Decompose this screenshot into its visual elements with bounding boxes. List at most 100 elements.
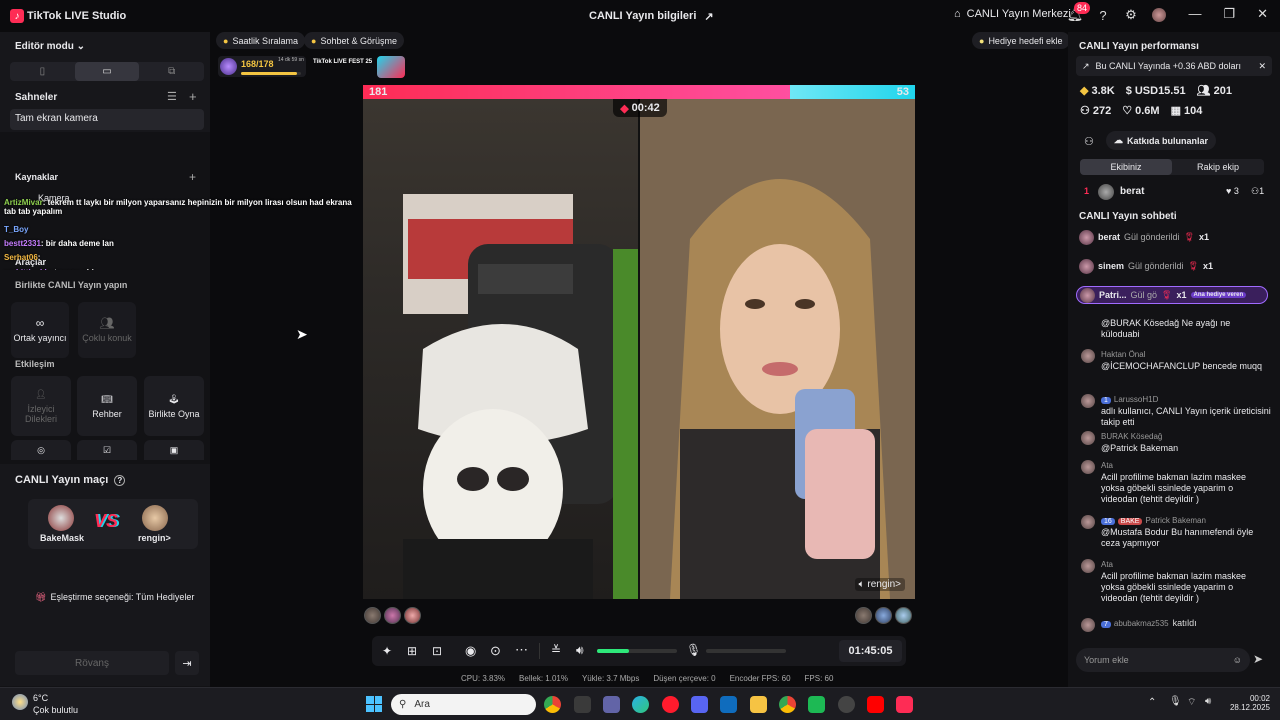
- add-scene-icon[interactable]: +: [189, 89, 197, 104]
- chat-avatar[interactable]: [1081, 515, 1095, 529]
- rematch-button[interactable]: Rövanş: [15, 651, 169, 675]
- chat-avatar[interactable]: [1081, 394, 1095, 408]
- info-icon[interactable]: ?: [114, 474, 126, 486]
- chat-username-line[interactable]: 7 abubakmaz535 katıldı: [1101, 618, 1271, 630]
- supporter-avatar[interactable]: [875, 607, 892, 624]
- volume-icon[interactable]: 🔊︎: [576, 643, 584, 658]
- layout-toggle: ▯ ▭ ⧉: [10, 62, 204, 81]
- chat-avatar[interactable]: [1081, 559, 1095, 573]
- chevron-up-icon[interactable]: ⌃: [1148, 697, 1156, 708]
- cohost-tile[interactable]: ∞ Ortak yayıncı: [11, 302, 69, 358]
- sliders-icon[interactable]: ≚: [551, 643, 561, 657]
- gear-icon[interactable]: ⚙: [1122, 6, 1140, 24]
- exit-match-icon[interactable]: ⇥: [175, 651, 199, 675]
- volume-slider[interactable]: [597, 649, 677, 653]
- microphone-tray-icon[interactable]: 🎙︎: [1169, 696, 1182, 707]
- chat-avatar[interactable]: [1081, 349, 1095, 363]
- task-view-icon[interactable]: [574, 696, 591, 713]
- live-preview[interactable]: 🔈︎ rengin> ◆ 00:42: [363, 99, 915, 599]
- minimize-icon[interactable]: —: [1188, 6, 1201, 22]
- layout-icon[interactable]: ⊡: [432, 644, 442, 658]
- multi-guest-tile[interactable]: 👥︎ Çoklu konuk: [78, 302, 136, 358]
- matching-option[interactable]: 🎁︎ Eşleştirme seçeneği: Tüm Hediyeler: [35, 592, 194, 603]
- weather-icon[interactable]: [12, 694, 28, 710]
- tool-tile-6[interactable]: ▣: [144, 440, 204, 460]
- steam-icon[interactable]: [838, 696, 855, 713]
- share-icon[interactable]: ↗: [704, 10, 713, 23]
- discord-icon[interactable]: [691, 696, 708, 713]
- chat-username-line[interactable]: 16 BAKE Patrick Bakeman: [1101, 515, 1271, 527]
- start-icon[interactable]: [366, 696, 382, 712]
- microphone-icon[interactable]: 🎙︎: [686, 643, 701, 657]
- add-source-icon[interactable]: +: [189, 170, 196, 184]
- chat-username-line[interactable]: Ata: [1101, 460, 1271, 471]
- help-icon[interactable]: ?: [1094, 6, 1112, 24]
- chat-avatar[interactable]: [1081, 618, 1095, 632]
- progress-widget[interactable]: 168/178 14 dk 59 sn: [218, 56, 306, 77]
- edge-icon[interactable]: [632, 696, 649, 713]
- live-center-button[interactable]: ⌂ CANLI Yayın Merkezi: [954, 8, 1071, 20]
- close-icon[interactable]: ✕: [1257, 6, 1268, 22]
- teams-icon[interactable]: [603, 696, 620, 713]
- youtube-icon[interactable]: [867, 696, 884, 713]
- mail-icon[interactable]: [720, 696, 737, 713]
- emoji-icon[interactable]: ☺: [1233, 655, 1242, 665]
- chat-username-line[interactable]: Haktan Önal: [1101, 349, 1271, 360]
- chat-avatar[interactable]: [1081, 431, 1095, 445]
- opponent-name[interactable]: 🔈︎ rengin>: [854, 578, 905, 591]
- player2-name: rengin>: [138, 533, 171, 543]
- landscape-mode-icon[interactable]: ▭: [74, 62, 140, 81]
- maximize-icon[interactable]: ❐: [1223, 6, 1235, 22]
- chat-username-line[interactable]: BURAK Kösedağ: [1101, 431, 1271, 442]
- editor-mode-dropdown[interactable]: Editör modu ⌄: [15, 41, 85, 52]
- dual-mode-icon[interactable]: ⧉: [139, 62, 204, 81]
- tool-tile-4[interactable]: ◎: [11, 440, 71, 460]
- chat-username-line[interactable]: 1 LarussoH1D: [1101, 394, 1271, 406]
- mic-slider[interactable]: [706, 649, 786, 653]
- chat-text: Acill profilime bakman lazim maskee yoks…: [1101, 571, 1247, 603]
- play-together-tile[interactable]: 🕹︎ Birlikte Oyna: [144, 376, 204, 436]
- supporter-avatar[interactable]: [855, 607, 872, 624]
- guide-tile[interactable]: 📖︎ Rehber: [77, 376, 137, 436]
- tiktok-taskbar-icon[interactable]: [896, 696, 913, 713]
- chrome-profile-icon[interactable]: [779, 696, 796, 713]
- comment-input[interactable]: Yorum ekle ☺: [1076, 648, 1250, 672]
- app-icon[interactable]: [808, 696, 825, 713]
- chrome-icon[interactable]: [544, 696, 561, 713]
- contributors-button[interactable]: ☁ Katkıda bulunanlar: [1106, 131, 1217, 150]
- tool-tile-5[interactable]: ☑: [77, 440, 137, 460]
- opera-icon[interactable]: [662, 696, 679, 713]
- supporter-avatar[interactable]: [895, 607, 912, 624]
- bell-icon[interactable]: 🔔︎ 84: [1066, 2, 1091, 24]
- record-icon[interactable]: ◉: [465, 643, 476, 659]
- magic-wand-icon[interactable]: ✦: [382, 644, 392, 658]
- folder-icon[interactable]: [750, 696, 767, 713]
- hourly-ranking-pill[interactable]: ● Saatlik Sıralama: [216, 32, 305, 49]
- list-icon[interactable]: ☰: [167, 90, 177, 103]
- supporter-avatar[interactable]: [364, 607, 381, 624]
- chat-text: @BURAK Kösedağ Ne ayağı ne küloduabi: [1101, 318, 1231, 339]
- chat-username-line[interactable]: Ata: [1101, 559, 1271, 570]
- dismiss-icon[interactable]: ✕: [1258, 61, 1266, 72]
- gift-goal-pill[interactable]: ● Hediye hedefi ekle: [972, 32, 1070, 49]
- viewer-wishes-tile[interactable]: 👤︎ İzleyici Dilekleri: [11, 376, 71, 436]
- supporter-avatar[interactable]: [404, 607, 421, 624]
- wifi-icon[interactable]: ⌔: [1187, 696, 1196, 709]
- portrait-mode-icon[interactable]: ▯: [10, 62, 75, 81]
- taskbar-search[interactable]: ⚲ Ara: [391, 694, 536, 715]
- avatar[interactable]: [1150, 6, 1168, 24]
- tab-team[interactable]: Ekibiniz: [1080, 159, 1172, 175]
- send-icon[interactable]: ➤: [1253, 652, 1263, 666]
- more-icon[interactable]: ⋯: [515, 642, 528, 658]
- score-left: 181: [369, 86, 388, 98]
- chat-avatar[interactable]: [1081, 460, 1095, 474]
- chat-pill[interactable]: ● Sohbet & Görüşme: [304, 32, 404, 49]
- scene-item[interactable]: Tam ekran kamera: [10, 109, 204, 130]
- tab-rival[interactable]: Rakip ekip: [1172, 159, 1264, 175]
- speaker-tray-icon[interactable]: 🔊︎: [1205, 696, 1211, 707]
- broadcast-icon[interactable]: ⊙: [490, 643, 501, 659]
- clock[interactable]: 00:02 28.12.2025: [1228, 694, 1270, 712]
- screen-add-icon[interactable]: ⊞: [407, 644, 417, 658]
- live-info-title[interactable]: CANLI Yayın bilgileri ↗: [589, 10, 714, 23]
- supporter-avatar[interactable]: [384, 607, 401, 624]
